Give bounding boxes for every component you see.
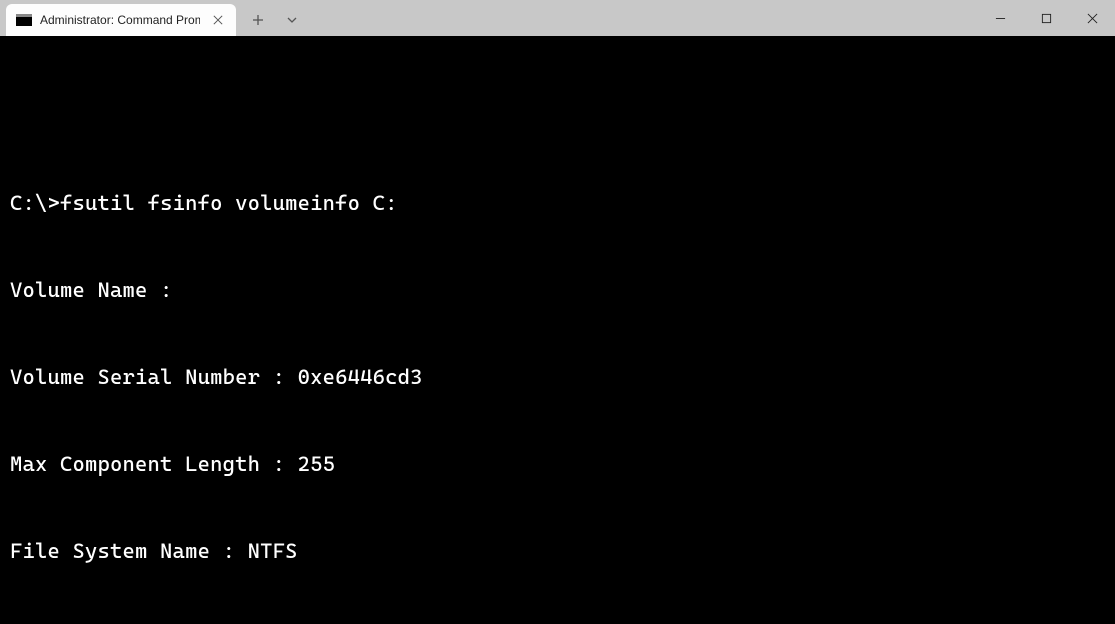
- tab-close-button[interactable]: [208, 10, 228, 30]
- chevron-down-icon: [286, 14, 298, 26]
- output-line: Volume Name :: [10, 276, 1105, 305]
- titlebar: Administrator: Command Prom: [0, 0, 1115, 36]
- new-tab-button[interactable]: [242, 6, 274, 34]
- terminal-blank-line: [10, 102, 1105, 131]
- window-controls: [977, 0, 1115, 36]
- close-icon: [213, 15, 223, 25]
- output-line: Volume Serial Number : 0xe6446cd3: [10, 363, 1105, 392]
- tab-dropdown-button[interactable]: [276, 6, 308, 34]
- output-line: File System Name : NTFS: [10, 537, 1105, 566]
- tab-actions: [236, 0, 308, 36]
- minimize-button[interactable]: [977, 0, 1023, 36]
- minimize-icon: [995, 13, 1006, 24]
- command-line: C:\>fsutil fsinfo volumeinfo C:: [10, 189, 1105, 218]
- terminal[interactable]: C:\>fsutil fsinfo volumeinfo C: Volume N…: [0, 36, 1115, 624]
- output-line: Max Component Length : 255: [10, 450, 1105, 479]
- tab-title: Administrator: Command Prom: [40, 13, 200, 27]
- cmd-icon: [16, 14, 32, 26]
- close-icon: [1087, 13, 1098, 24]
- plus-icon: [252, 14, 264, 26]
- maximize-button[interactable]: [1023, 0, 1069, 36]
- command: fsutil fsinfo volumeinfo C:: [60, 191, 398, 215]
- window-close-button[interactable]: [1069, 0, 1115, 36]
- tab[interactable]: Administrator: Command Prom: [6, 4, 236, 36]
- prompt: C:\>: [10, 191, 60, 215]
- maximize-icon: [1041, 13, 1052, 24]
